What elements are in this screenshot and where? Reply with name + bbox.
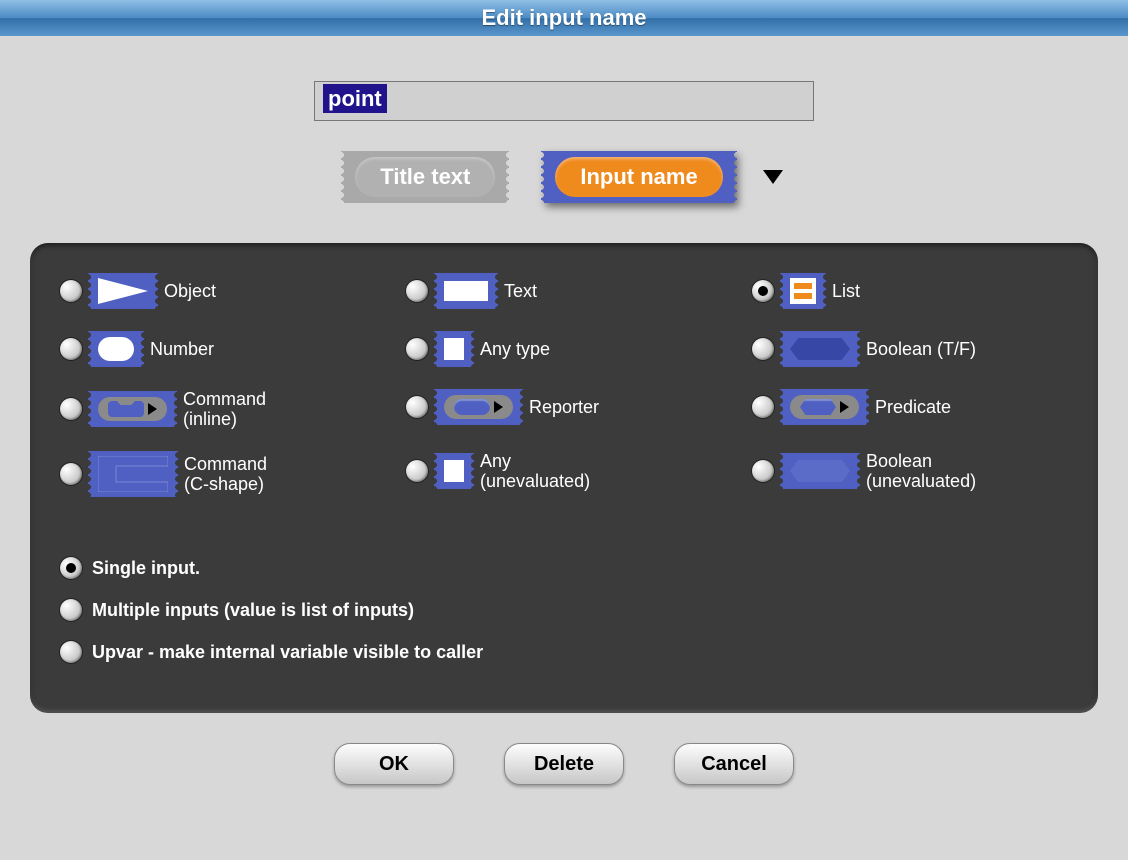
text-icon [438, 273, 494, 309]
type-label: List [832, 281, 860, 301]
delete-button[interactable]: Delete [504, 743, 624, 785]
mode-title-text-label: Title text [355, 157, 495, 197]
type-object[interactable]: Object [60, 273, 376, 309]
radio-icon [60, 338, 82, 360]
type-label: Object [164, 281, 216, 301]
type-label: Reporter [529, 397, 599, 417]
radio-icon [406, 396, 428, 418]
radio-icon [406, 280, 428, 302]
play-icon [494, 401, 503, 413]
arity-single[interactable]: Single input. [60, 557, 1068, 579]
type-label: Command (inline) [183, 389, 266, 429]
type-label: Number [150, 339, 214, 359]
radio-icon [406, 460, 428, 482]
type-command-inline[interactable]: Command (inline) [60, 389, 376, 429]
object-icon [92, 273, 154, 309]
type-any-unevaluated[interactable]: Any (unevaluated) [406, 451, 722, 491]
type-boolean[interactable]: Boolean (T/F) [752, 331, 1068, 367]
predicate-icon [784, 389, 865, 425]
command-inline-icon [92, 391, 173, 427]
radio-icon [752, 338, 774, 360]
arity-label: Multiple inputs (value is list of inputs… [92, 600, 414, 620]
type-anytype[interactable]: Any type [406, 331, 722, 367]
radio-icon [406, 338, 428, 360]
input-name-field[interactable]: point [314, 81, 814, 121]
mode-title-text[interactable]: Title text [345, 151, 505, 203]
bool-uneval-icon [784, 453, 856, 489]
list-icon [784, 273, 822, 309]
type-label: Predicate [875, 397, 951, 417]
dialog-title: Edit input name [0, 0, 1128, 36]
radio-icon [60, 641, 82, 663]
type-list[interactable]: List [752, 273, 1068, 309]
radio-icon [60, 599, 82, 621]
expand-icon[interactable] [763, 170, 783, 184]
radio-icon [60, 463, 82, 485]
type-label: Command (C-shape) [184, 454, 267, 494]
arity-multiple[interactable]: Multiple inputs (value is list of inputs… [60, 599, 1068, 621]
type-boolean-unevaluated[interactable]: Boolean (unevaluated) [752, 451, 1068, 491]
arity-label: Single input. [92, 558, 200, 578]
radio-icon [60, 557, 82, 579]
mode-input-name[interactable]: Input name [545, 151, 732, 203]
play-icon [840, 401, 849, 413]
mode-input-name-label: Input name [555, 157, 722, 197]
type-label: Boolean (T/F) [866, 339, 976, 359]
number-icon [92, 331, 140, 367]
input-name-value: point [323, 84, 387, 113]
radio-icon [752, 396, 774, 418]
play-icon [148, 403, 157, 415]
type-label: Text [504, 281, 537, 301]
type-predicate[interactable]: Predicate [752, 389, 1068, 425]
type-text[interactable]: Text [406, 273, 722, 309]
type-command-cshape[interactable]: Command (C-shape) [60, 451, 376, 497]
radio-icon [752, 460, 774, 482]
reporter-icon [438, 389, 519, 425]
radio-icon [60, 398, 82, 420]
arity-label: Upvar - make internal variable visible t… [92, 642, 483, 662]
ok-button[interactable]: OK [334, 743, 454, 785]
any-uneval-icon [438, 453, 470, 489]
radio-icon [60, 280, 82, 302]
arity-upvar[interactable]: Upvar - make internal variable visible t… [60, 641, 1068, 663]
type-label: Any (unevaluated) [480, 451, 590, 491]
type-label: Boolean (unevaluated) [866, 451, 976, 491]
type-number[interactable]: Number [60, 331, 376, 367]
cancel-button[interactable]: Cancel [674, 743, 794, 785]
type-label: Any type [480, 339, 550, 359]
boolean-icon [784, 331, 856, 367]
radio-icon [752, 280, 774, 302]
type-reporter[interactable]: Reporter [406, 389, 722, 425]
anytype-icon [438, 331, 470, 367]
types-panel: Object Text List [30, 243, 1098, 713]
command-cshape-icon [92, 451, 174, 497]
